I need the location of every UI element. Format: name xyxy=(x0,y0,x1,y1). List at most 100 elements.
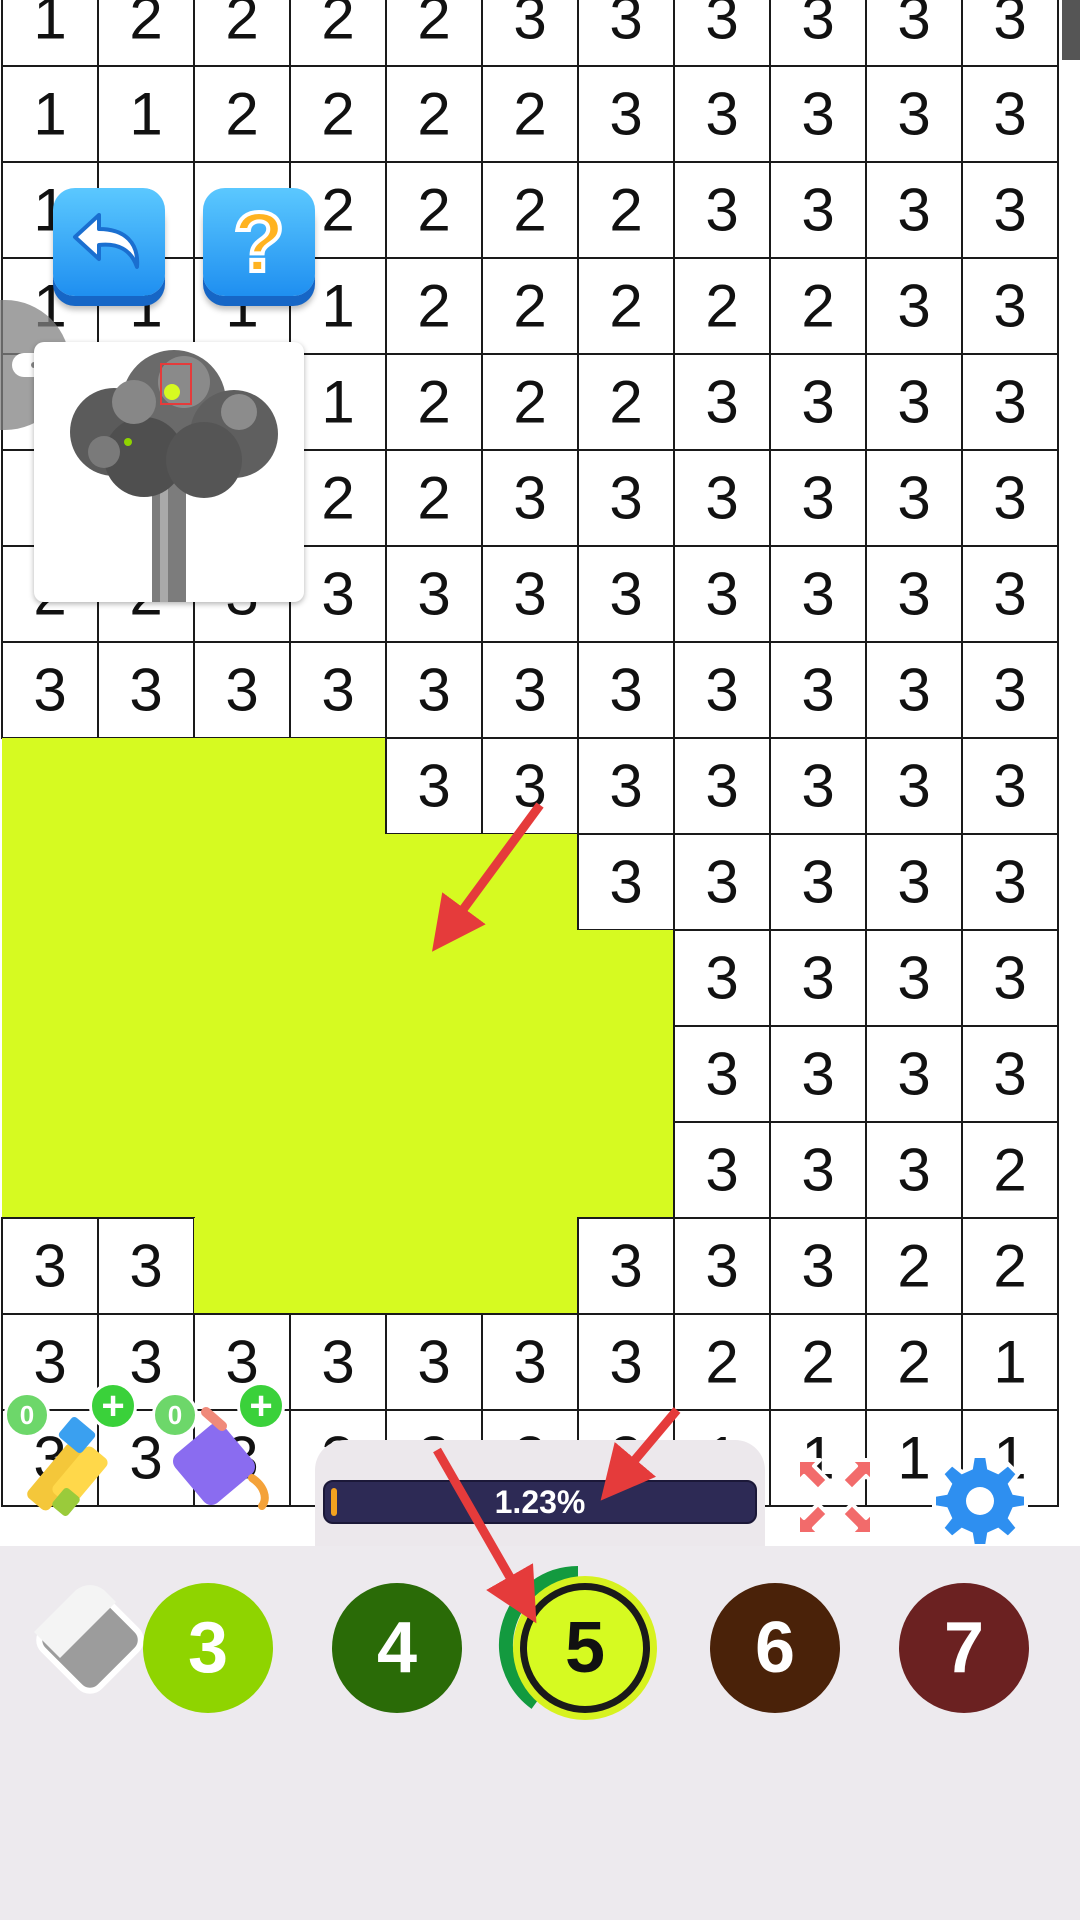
grid-cell-number: 2 xyxy=(417,177,450,244)
grid-cell-number: 3 xyxy=(705,465,738,532)
undo-arrow-icon xyxy=(73,213,140,269)
grid-cell-number: 2 xyxy=(801,1329,834,1396)
magic-wand-booster[interactable]: 0 + xyxy=(4,1382,137,1522)
grid-cell-painted[interactable] xyxy=(194,834,290,930)
grid-cell-painted[interactable] xyxy=(290,738,386,834)
grid-cell-number: 2 xyxy=(417,465,450,532)
grid-cell-number: 2 xyxy=(609,369,642,436)
grid-cell-painted[interactable] xyxy=(386,834,482,930)
booster-count-badge: 0 xyxy=(4,1392,50,1438)
grid-cell-number: 3 xyxy=(801,849,834,916)
grid-cell-number: 3 xyxy=(897,753,930,820)
grid-cell-number: 2 xyxy=(513,369,546,436)
grid-cell-painted[interactable] xyxy=(194,930,290,1026)
shrink-view-button[interactable] xyxy=(790,1452,880,1542)
grid-cell-painted[interactable] xyxy=(290,1026,386,1122)
add-booster-button[interactable]: + xyxy=(237,1382,285,1430)
grid-cell-painted[interactable] xyxy=(194,1026,290,1122)
eraser-button[interactable] xyxy=(20,1570,160,1710)
grid-cell-painted[interactable] xyxy=(386,1122,482,1218)
grid-cell-painted[interactable] xyxy=(290,1122,386,1218)
grid-cell-painted[interactable] xyxy=(482,1026,578,1122)
grid-cell-number: 3 xyxy=(993,561,1026,628)
grid-cell-painted[interactable] xyxy=(2,834,98,930)
color-swatch-4[interactable]: 4 xyxy=(332,1583,462,1713)
grid-cell-number: 2 xyxy=(417,81,450,148)
grid-cell-number: 3 xyxy=(705,177,738,244)
grid-cell-painted[interactable] xyxy=(290,1218,386,1314)
grid-cell-number: 3 xyxy=(609,753,642,820)
question-mark-icon: ? xyxy=(231,195,286,289)
grid-cell-number: 3 xyxy=(993,0,1026,52)
progress-bar: 1.23% xyxy=(323,1480,757,1524)
grid-cell-number: 2 xyxy=(225,81,258,148)
grid-cell-painted[interactable] xyxy=(290,930,386,1026)
grid-cell-painted[interactable] xyxy=(98,930,194,1026)
grid-cell-number: 3 xyxy=(705,369,738,436)
grid-cell-number: 3 xyxy=(993,1041,1026,1108)
grid-cell-painted[interactable] xyxy=(386,930,482,1026)
grid-cell-painted[interactable] xyxy=(194,738,290,834)
grid-cell-painted[interactable] xyxy=(2,1122,98,1218)
picture-preview[interactable] xyxy=(34,342,304,602)
grid-cell-number: 3 xyxy=(321,561,354,628)
grid-cell-number: 2 xyxy=(321,81,354,148)
grid-cell-number: 3 xyxy=(801,1041,834,1108)
color-swatch-7[interactable]: 7 xyxy=(899,1583,1029,1713)
grid-cell-painted[interactable] xyxy=(2,738,98,834)
grid-cell-painted[interactable] xyxy=(98,738,194,834)
grid-cell-painted[interactable] xyxy=(98,834,194,930)
grid-cell-number: 3 xyxy=(609,657,642,724)
grid-cell-painted[interactable] xyxy=(194,1218,290,1314)
grid-cell-number: 3 xyxy=(417,1329,450,1396)
grid-cell-number: 3 xyxy=(897,273,930,340)
grid-cell-number: 2 xyxy=(609,273,642,340)
grid-cell-number: 2 xyxy=(321,0,354,52)
hint-button[interactable]: ? xyxy=(203,188,315,296)
color-swatch-3[interactable]: 3 xyxy=(143,1583,273,1713)
grid-cell-number: 3 xyxy=(705,945,738,1012)
grid-cell-painted[interactable] xyxy=(482,1218,578,1314)
grid-cell-number: 1 xyxy=(993,1329,1026,1396)
scrollbar-thumb[interactable] xyxy=(1062,0,1080,60)
undo-button[interactable] xyxy=(53,188,165,296)
grid-cell-number: 3 xyxy=(993,657,1026,724)
grid-cell-number: 3 xyxy=(801,0,834,52)
grid-cell-number: 3 xyxy=(705,1137,738,1204)
grid-cell-number: 1 xyxy=(321,369,354,436)
grid-cell-number: 3 xyxy=(897,81,930,148)
grid-cell-painted[interactable] xyxy=(98,1026,194,1122)
settings-button[interactable] xyxy=(930,1450,1030,1550)
grid-cell-painted[interactable] xyxy=(578,1026,674,1122)
grid-cell-painted[interactable] xyxy=(2,1026,98,1122)
paint-bucket-booster[interactable]: 0 + xyxy=(152,1382,285,1522)
grid-cell-painted[interactable] xyxy=(386,1026,482,1122)
grid-cell-painted[interactable] xyxy=(98,1122,194,1218)
grid-cell-painted[interactable] xyxy=(578,1122,674,1218)
grid-cell-number: 3 xyxy=(705,0,738,52)
add-booster-button[interactable]: + xyxy=(89,1382,137,1430)
grid-cell-number: 1 xyxy=(897,1425,930,1492)
color-swatch-5[interactable]: 5 xyxy=(520,1583,650,1713)
grid-cell-painted[interactable] xyxy=(194,1122,290,1218)
grid-cell-painted[interactable] xyxy=(482,834,578,930)
grid-cell-number: 3 xyxy=(897,177,930,244)
grid-cell-number: 2 xyxy=(897,1233,930,1300)
gear-icon xyxy=(932,1454,1028,1548)
grid-cell-number: 3 xyxy=(705,1233,738,1300)
color-swatch-6[interactable]: 6 xyxy=(710,1583,840,1713)
eraser-icon xyxy=(34,1585,144,1694)
grid-cell-number: 2 xyxy=(417,369,450,436)
grid-cell-painted[interactable] xyxy=(578,930,674,1026)
grid-cell-number: 2 xyxy=(417,273,450,340)
grid-cell-number: 3 xyxy=(897,0,930,52)
grid-cell-painted[interactable] xyxy=(482,1122,578,1218)
grid-cell-painted[interactable] xyxy=(386,1218,482,1314)
grid-cell-number: 3 xyxy=(609,0,642,52)
grid-cell-painted[interactable] xyxy=(290,834,386,930)
shrink-arrows-icon xyxy=(796,1458,874,1536)
swatch-label: 6 xyxy=(754,1608,796,1688)
grid-cell-painted[interactable] xyxy=(2,930,98,1026)
grid-cell-painted[interactable] xyxy=(482,930,578,1026)
grid-cell-number: 3 xyxy=(33,1233,66,1300)
